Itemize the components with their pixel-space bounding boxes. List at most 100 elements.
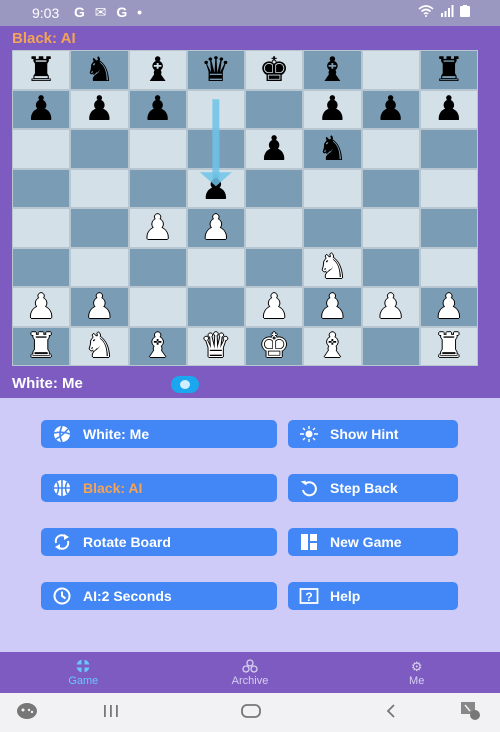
square-h4[interactable] [419,208,478,248]
black-pawn-icon[interactable]: ♟ [84,92,114,126]
square-a3[interactable] [12,247,71,287]
square-e6[interactable]: ♟ [245,129,304,169]
square-e7[interactable] [245,89,304,129]
square-h3[interactable] [419,247,478,287]
square-b7[interactable]: ♟ [70,89,129,129]
square-f2[interactable]: ♟ [303,287,362,327]
square-f5[interactable] [303,168,362,208]
square-a4[interactable] [12,208,71,248]
square-a7[interactable]: ♟ [12,89,71,129]
square-f1[interactable]: ♝ [303,326,362,366]
square-d5[interactable]: ♟ [186,168,245,208]
white-bishop-icon[interactable]: ♝ [317,329,347,363]
square-c7[interactable]: ♟ [128,89,187,129]
black-knight-icon[interactable]: ♞ [84,53,114,87]
square-a5[interactable] [12,168,71,208]
black-rook-icon[interactable]: ♜ [26,53,56,87]
square-d4[interactable]: ♟ [186,208,245,248]
black-pawn-icon[interactable]: ♟ [317,92,347,126]
square-h5[interactable] [419,168,478,208]
square-g7[interactable]: ♟ [361,89,420,129]
square-a8[interactable]: ♜ [12,50,71,90]
square-a6[interactable] [12,129,71,169]
square-d8[interactable]: ♛ [186,50,245,90]
nav-item-archive[interactable]: Archive [167,652,334,693]
black-knight-icon[interactable]: ♞ [317,132,347,166]
square-g2[interactable]: ♟ [361,287,420,327]
white-pawn-icon[interactable]: ♟ [317,290,347,324]
white-pawn-icon[interactable]: ♟ [142,211,172,245]
black-rook-icon[interactable]: ♜ [434,53,464,87]
white-knight-icon[interactable]: ♞ [84,329,114,363]
square-e1[interactable]: ♚ [245,326,304,366]
black-pawn-icon[interactable]: ♟ [201,171,231,205]
white-player-button[interactable]: White: Me [41,420,277,448]
square-g6[interactable] [361,129,420,169]
square-g4[interactable] [361,208,420,248]
white-rook-icon[interactable]: ♜ [26,329,56,363]
square-f6[interactable]: ♞ [303,129,362,169]
game-launcher-icon[interactable] [16,702,38,725]
square-e3[interactable] [245,247,304,287]
square-d1[interactable]: ♛ [186,326,245,366]
square-d3[interactable] [186,247,245,287]
square-h6[interactable] [419,129,478,169]
square-d6[interactable] [186,129,245,169]
square-b6[interactable] [70,129,129,169]
square-b3[interactable] [70,247,129,287]
square-e5[interactable] [245,168,304,208]
white-pawn-icon[interactable]: ♟ [434,290,464,324]
square-b4[interactable] [70,208,129,248]
home-icon[interactable] [240,703,262,724]
white-pawn-icon[interactable]: ♟ [84,290,114,324]
new-game-button[interactable]: New Game [288,528,458,556]
white-rook-icon[interactable]: ♜ [434,329,464,363]
black-bishop-icon[interactable]: ♝ [142,53,172,87]
white-pawn-icon[interactable]: ♟ [375,290,405,324]
square-a2[interactable]: ♟ [12,287,71,327]
recent-apps-icon[interactable] [102,703,120,724]
square-c2[interactable] [128,287,187,327]
chess-board[interactable]: ♜ ♞ ♝ ♛ ♚ ♝ ♜ ♟ ♟ ♟ ♟ ♟ ♟ ♟ ♞ ♟ ♟ ♟ ♞ ♟ ♟ ♟ ♟ ♟ ♟ ♜ ♞ ♝ ♛ ♚ ♝ ♜ [12,50,478,366]
black-pawn-icon[interactable]: ♟ [259,132,289,166]
square-c5[interactable] [128,168,187,208]
black-pawn-icon[interactable]: ♟ [434,92,464,126]
back-icon[interactable] [384,703,398,724]
ai-time-button[interactable]: AI:2 Seconds [41,582,277,610]
black-queen-icon[interactable]: ♛ [201,53,231,87]
square-b1[interactable]: ♞ [70,326,129,366]
square-g8[interactable] [361,50,420,90]
square-g3[interactable] [361,247,420,287]
square-f4[interactable] [303,208,362,248]
square-f3[interactable]: ♞ [303,247,362,287]
white-king-icon[interactable]: ♚ [259,329,289,363]
white-pawn-icon[interactable]: ♟ [26,290,56,324]
square-c8[interactable]: ♝ [128,50,187,90]
white-queen-icon[interactable]: ♛ [201,329,231,363]
square-c1[interactable]: ♝ [128,326,187,366]
screenshot-icon[interactable] [460,701,482,726]
step-back-button[interactable]: Step Back [288,474,458,502]
white-bishop-icon[interactable]: ♝ [142,329,172,363]
nav-item-me[interactable]: ⚙ Me [333,652,500,693]
square-h7[interactable]: ♟ [419,89,478,129]
black-king-icon[interactable]: ♚ [259,53,289,87]
square-b8[interactable]: ♞ [70,50,129,90]
square-d2[interactable] [186,287,245,327]
square-e4[interactable] [245,208,304,248]
square-g5[interactable] [361,168,420,208]
square-e2[interactable]: ♟ [245,287,304,327]
black-player-button[interactable]: Black: AI [41,474,277,502]
square-c3[interactable] [128,247,187,287]
black-pawn-icon[interactable]: ♟ [142,92,172,126]
square-c4[interactable]: ♟ [128,208,187,248]
square-h8[interactable]: ♜ [419,50,478,90]
black-bishop-icon[interactable]: ♝ [317,53,347,87]
square-f8[interactable]: ♝ [303,50,362,90]
black-pawn-icon[interactable]: ♟ [375,92,405,126]
square-b2[interactable]: ♟ [70,287,129,327]
help-button[interactable]: ? Help [288,582,458,610]
square-c6[interactable] [128,129,187,169]
nav-item-game[interactable]: Game [0,652,167,693]
square-h2[interactable]: ♟ [419,287,478,327]
